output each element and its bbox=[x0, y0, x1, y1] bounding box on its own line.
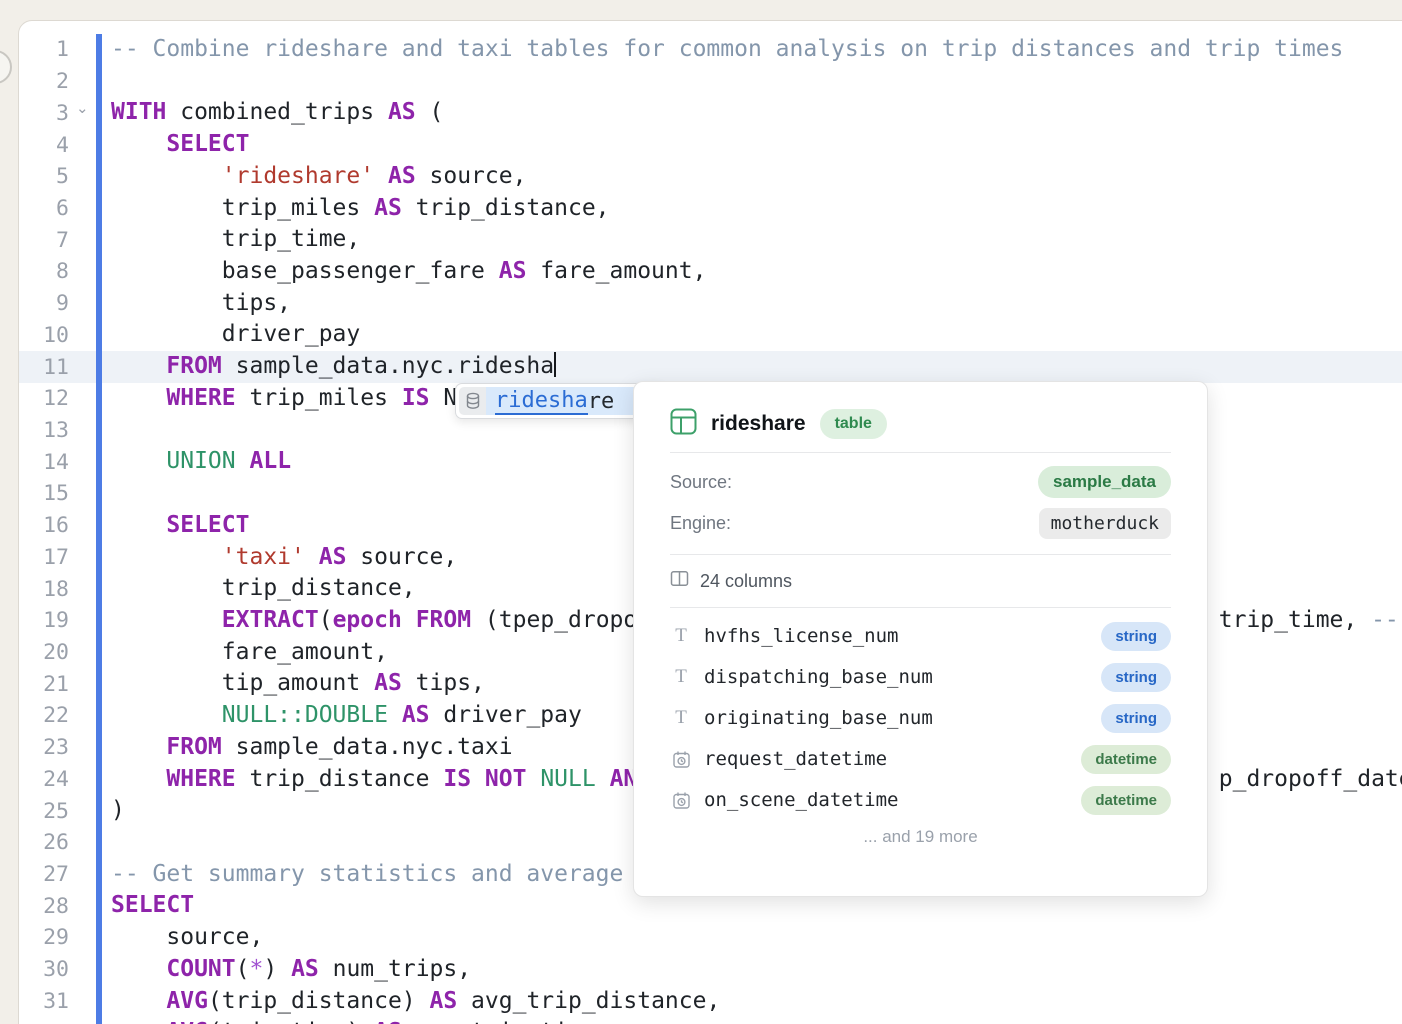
fold-chevron-icon[interactable]: ⌄ bbox=[76, 99, 89, 117]
line-number: 17 bbox=[19, 545, 69, 570]
divider bbox=[670, 554, 1171, 555]
line-number: 31 bbox=[19, 989, 69, 1014]
column-type-badge: datetime bbox=[1081, 745, 1171, 774]
columns-count: 24 columns bbox=[700, 571, 792, 592]
code-line[interactable]: 2 bbox=[19, 66, 1402, 98]
column-name: originating_base_num bbox=[704, 707, 1101, 729]
line-number: 26 bbox=[19, 830, 69, 855]
line-number: 22 bbox=[19, 703, 69, 728]
more-columns-text: ... and 19 more bbox=[670, 827, 1171, 847]
source-badge: sample_data bbox=[1038, 466, 1171, 498]
text-cursor bbox=[554, 352, 556, 377]
text-type-icon: T bbox=[670, 625, 692, 647]
line-number: 19 bbox=[19, 608, 69, 633]
line-number: 21 bbox=[19, 672, 69, 697]
gutter-change-bar bbox=[96, 34, 102, 1024]
column-name: dispatching_base_num bbox=[704, 666, 1101, 688]
column-type-badge: string bbox=[1101, 622, 1171, 651]
datetime-type-icon bbox=[670, 750, 692, 769]
line-number: 14 bbox=[19, 450, 69, 475]
table-name: rideshare bbox=[711, 412, 806, 436]
line-number: 27 bbox=[19, 862, 69, 887]
column-type-badge: datetime bbox=[1081, 786, 1171, 815]
line-number: 32 bbox=[19, 1021, 69, 1024]
edge-button-fragment[interactable] bbox=[0, 50, 12, 84]
table-icon bbox=[670, 408, 697, 440]
autocomplete-rest-text: re bbox=[588, 389, 615, 414]
column-name: on_scene_datetime bbox=[704, 789, 1081, 811]
columns-icon bbox=[670, 569, 689, 593]
code-line[interactable]: 10 driver_pay bbox=[19, 319, 1402, 351]
line-number: 13 bbox=[19, 418, 69, 443]
line-number: 29 bbox=[19, 925, 69, 950]
line-number: 1 bbox=[19, 37, 69, 62]
column-row: Tdispatching_base_numstring bbox=[670, 662, 1171, 692]
line-number: 23 bbox=[19, 735, 69, 760]
text-type-icon: T bbox=[670, 666, 692, 688]
source-label: Source: bbox=[670, 472, 732, 493]
column-row: Toriginating_base_numstring bbox=[670, 703, 1171, 733]
line-number: 24 bbox=[19, 767, 69, 792]
line-number: 4 bbox=[19, 133, 69, 158]
code-line[interactable]: 5 'rideshare' AS source, bbox=[19, 161, 1402, 193]
line-number: 7 bbox=[19, 228, 69, 253]
code-line[interactable]: 30 COUNT(*) AS num_trips, bbox=[19, 954, 1402, 986]
code-line[interactable]: 3⌄WITH combined_trips AS ( bbox=[19, 97, 1402, 129]
line-number: 6 bbox=[19, 196, 69, 221]
table-type-badge: table bbox=[820, 409, 887, 439]
code-line[interactable]: 8 base_passenger_fare AS fare_amount, bbox=[19, 256, 1402, 288]
column-name: request_datetime bbox=[704, 748, 1081, 770]
datetime-type-icon bbox=[670, 791, 692, 810]
code-line[interactable]: 9 tips, bbox=[19, 288, 1402, 320]
code-line[interactable]: 11 FROM sample_data.nyc.ridesha bbox=[19, 351, 1402, 383]
line-number: 28 bbox=[19, 894, 69, 919]
text-type-icon: T bbox=[670, 707, 692, 729]
column-name: hvfhs_license_num bbox=[704, 625, 1101, 647]
line-number: 20 bbox=[19, 640, 69, 665]
code-line[interactable]: 29 source, bbox=[19, 922, 1402, 954]
engine-badge: motherduck bbox=[1039, 508, 1171, 539]
line-number: 3 bbox=[19, 101, 69, 126]
line-number: 5 bbox=[19, 164, 69, 189]
code-line[interactable]: 31 AVG(trip_distance) AS avg_trip_distan… bbox=[19, 986, 1402, 1018]
database-icon bbox=[459, 387, 486, 415]
line-number: 15 bbox=[19, 481, 69, 506]
code-line[interactable]: 32 AVG(trip_time) AS avg_trip_time, bbox=[19, 1017, 1402, 1024]
sql-editor-screen: 1-- Combine rideshare and taxi tables fo… bbox=[0, 0, 1402, 1024]
code-line[interactable]: 7 trip_time, bbox=[19, 224, 1402, 256]
autocomplete-match-text: ridesha bbox=[495, 388, 588, 415]
code-line[interactable]: 6 trip_miles AS trip_distance, bbox=[19, 193, 1402, 225]
engine-label: Engine: bbox=[670, 513, 731, 534]
divider bbox=[670, 607, 1171, 608]
line-number: 10 bbox=[19, 323, 69, 348]
line-number: 30 bbox=[19, 957, 69, 982]
divider bbox=[670, 452, 1171, 453]
line-number: 18 bbox=[19, 577, 69, 602]
column-type-badge: string bbox=[1101, 704, 1171, 733]
line-number: 12 bbox=[19, 386, 69, 411]
line-number: 16 bbox=[19, 513, 69, 538]
column-type-badge: string bbox=[1101, 663, 1171, 692]
table-info-card: rideshare table Source: sample_data Engi… bbox=[633, 381, 1208, 897]
line-number: 8 bbox=[19, 259, 69, 284]
column-row: request_datetimedatetime bbox=[670, 744, 1171, 774]
column-list: Thvfhs_license_numstringTdispatching_bas… bbox=[670, 621, 1171, 815]
line-number: 2 bbox=[19, 69, 69, 94]
line-number: 11 bbox=[19, 355, 69, 380]
code-line[interactable]: 1-- Combine rideshare and taxi tables fo… bbox=[19, 34, 1402, 66]
column-row: on_scene_datetimedatetime bbox=[670, 785, 1171, 815]
line-number: 9 bbox=[19, 291, 69, 316]
code-line[interactable]: 4 SELECT bbox=[19, 129, 1402, 161]
line-number: 25 bbox=[19, 799, 69, 824]
column-row: Thvfhs_license_numstring bbox=[670, 621, 1171, 651]
